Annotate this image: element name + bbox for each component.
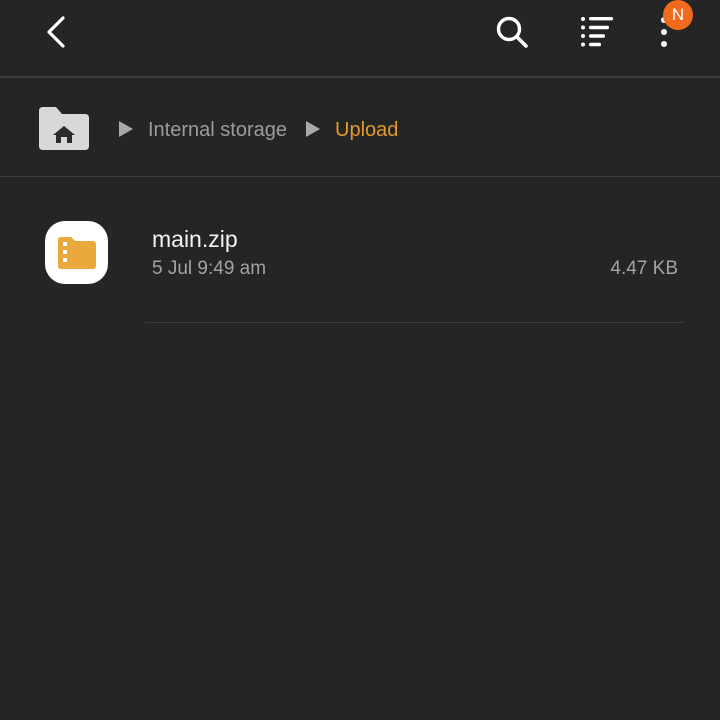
breadcrumb-upload[interactable]: Upload [335, 118, 398, 142]
back-button[interactable] [30, 8, 82, 56]
search-icon [496, 16, 528, 48]
sort-list-icon [581, 17, 613, 47]
file-name: main.zip [152, 226, 238, 252]
sort-button[interactable] [572, 6, 624, 58]
home-folder-button[interactable] [36, 104, 92, 152]
breadcrumb-divider [0, 176, 720, 177]
top-app-bar: N [0, 0, 720, 78]
file-date: 5 Jul 9:49 am [152, 258, 267, 279]
breadcrumb-separator-icon [119, 121, 133, 137]
home-folder-icon [39, 107, 89, 150]
search-button[interactable] [486, 6, 538, 58]
file-manager-screen: N Internal storage Upload main.zip 5 Jul… [0, 0, 720, 720]
back-arrow-icon [47, 16, 65, 48]
zip-folder-icon [45, 221, 108, 284]
notification-badge: N [663, 0, 693, 30]
list-divider [145, 322, 685, 323]
file-size: 4.47 KB [610, 258, 678, 279]
list-item[interactable]: main.zip 5 Jul 9:49 am 4.47 KB [0, 190, 720, 324]
breadcrumb-separator-icon [306, 121, 320, 137]
breadcrumb: Internal storage Upload [0, 78, 720, 177]
breadcrumb-internal-storage[interactable]: Internal storage [148, 118, 287, 142]
